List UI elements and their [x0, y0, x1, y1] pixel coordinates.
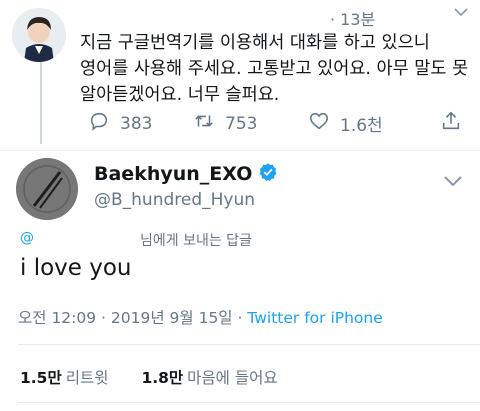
- divider: [18, 402, 480, 403]
- avatar[interactable]: [12, 8, 66, 62]
- chevron-down-icon[interactable]: [442, 170, 464, 192]
- retweet-count: 1.5만: [20, 369, 62, 387]
- tweet-source-link[interactable]: Twitter for iPhone: [247, 309, 382, 327]
- retweet-button[interactable]: 753: [193, 110, 257, 137]
- chevron-down-icon[interactable]: [454, 6, 468, 20]
- retweets-stat[interactable]: 1.5만 리트윗: [20, 369, 109, 387]
- thread-line: [40, 62, 42, 144]
- reply-to-mention[interactable]: @: [20, 230, 34, 246]
- tweet-text-line: 알아듣겠어요. 너무 슬퍼요.: [80, 85, 280, 105]
- share-button[interactable]: [440, 110, 462, 137]
- avatar[interactable]: [16, 158, 78, 220]
- tweet-text-line: 영어를 사용해 주세요. 고통받고 있어요. 아무 말도 못: [80, 59, 469, 79]
- like-count: 1.6천: [340, 116, 383, 136]
- like-count: 1.8만: [141, 369, 184, 387]
- display-name[interactable]: Baekhyun_EXO: [94, 163, 252, 185]
- retweet-label: 리트윗: [65, 369, 109, 387]
- reply-count: 383: [120, 113, 153, 134]
- tweet-text-line: 지금 구글번역기를 이용해서 대화를 하고 있으니: [80, 33, 430, 53]
- timestamp-text: 오전 12:09 · 2019년 9월 15일 ·: [18, 309, 248, 327]
- tweet-text: 지금 구글번역기를 이용해서 대화를 하고 있으니 영어를 사용해 주세요. 고…: [80, 30, 470, 108]
- share-icon: [440, 110, 462, 137]
- verified-badge-icon: [258, 162, 278, 186]
- handle[interactable]: @B_hundred_Hyun: [94, 190, 255, 210]
- like-button[interactable]: 1.6천: [308, 110, 383, 137]
- like-label: 마음에 들어요: [187, 369, 278, 387]
- retweet-count: 753: [225, 113, 258, 134]
- reply-button[interactable]: 383: [88, 110, 152, 137]
- retweet-icon: [193, 110, 215, 137]
- likes-stat[interactable]: 1.8만 마음에 들어요: [141, 369, 277, 387]
- tweet-timestamp: 오전 12:09 · 2019년 9월 15일 · Twitter for iP…: [18, 306, 383, 328]
- heart-icon: [308, 110, 330, 137]
- engagement-stats: 1.5만 리트윗 1.8만 마음에 들어요: [20, 366, 278, 388]
- reply-icon: [88, 110, 110, 137]
- divider: [0, 150, 480, 151]
- tweet-time: · 13분: [330, 10, 376, 29]
- divider: [18, 344, 480, 345]
- reply-to-label: 님에게 보내는 답글: [140, 233, 252, 249]
- tweet-text: i love you: [20, 255, 132, 281]
- author-row[interactable]: Baekhyun_EXO: [94, 162, 278, 186]
- tweet-actions: 383 753 1.6천: [88, 110, 468, 140]
